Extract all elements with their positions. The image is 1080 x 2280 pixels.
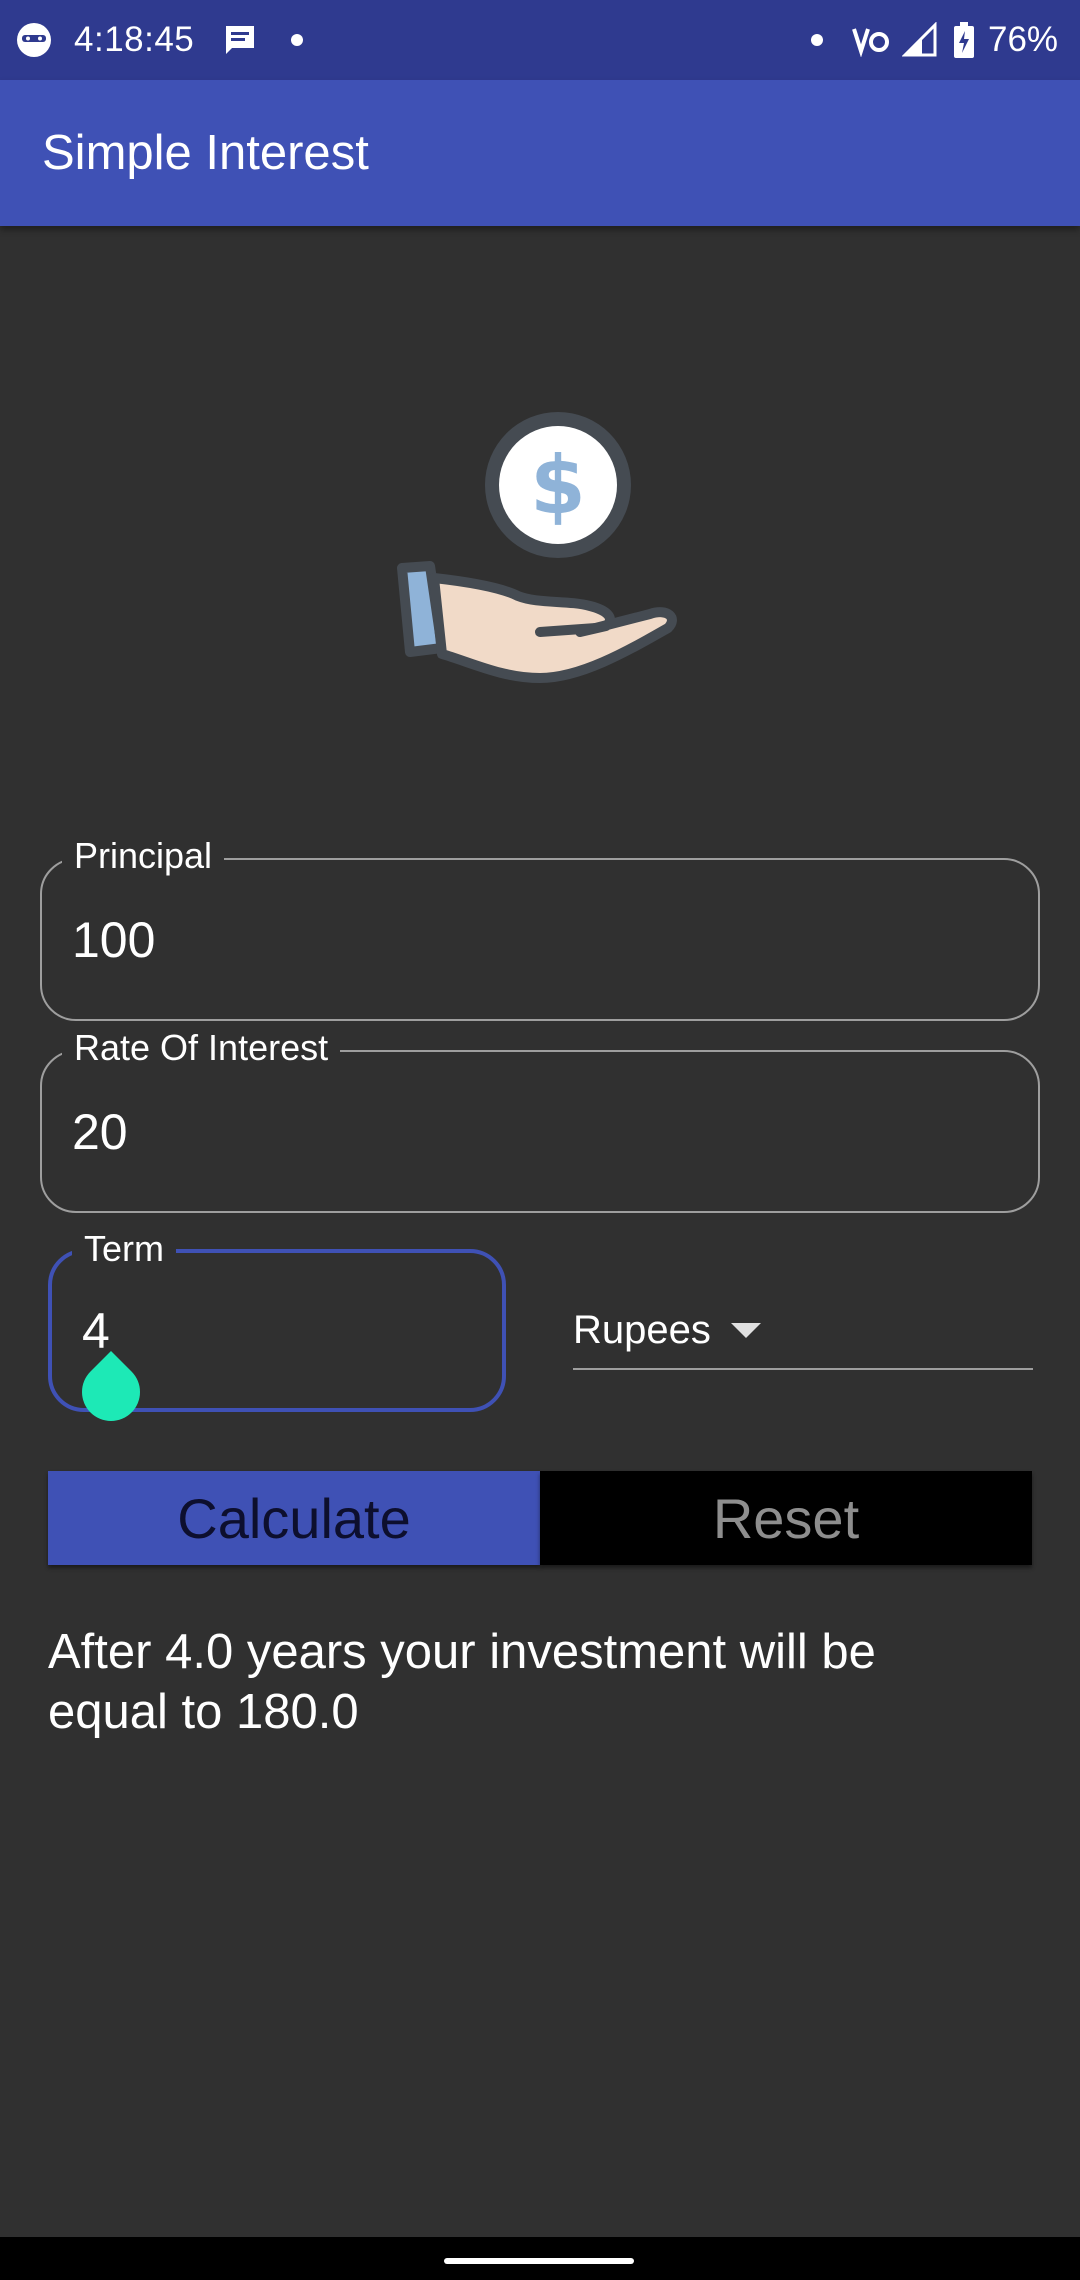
home-gesture-handle[interactable] bbox=[444, 2258, 634, 2264]
result-text: After 4.0 years your investment will be … bbox=[48, 1625, 876, 1739]
reset-button[interactable]: Reset bbox=[540, 1471, 1032, 1565]
term-field[interactable]: Term 4 bbox=[48, 1223, 506, 1434]
status-time: 4:18:45 bbox=[74, 20, 195, 59]
battery-percent: 76% bbox=[988, 20, 1059, 59]
dot-icon bbox=[290, 0, 304, 80]
message-icon bbox=[222, 0, 258, 80]
currency-selected: Rupees bbox=[573, 1308, 711, 1352]
svg-text:$: $ bbox=[530, 439, 586, 532]
principal-field[interactable]: Principal 100 bbox=[40, 830, 1040, 1021]
navigation-bar bbox=[0, 2237, 1080, 2280]
app-title: Simple Interest bbox=[42, 126, 369, 180]
rate-input[interactable]: 20 bbox=[72, 1052, 128, 1211]
app-notification-icon bbox=[14, 0, 54, 80]
volte-icon bbox=[852, 0, 892, 80]
app-bar: Simple Interest bbox=[0, 80, 1080, 226]
dropdown-arrow-icon bbox=[730, 1323, 761, 1338]
signal-icon bbox=[902, 0, 938, 80]
rate-field[interactable]: Rate Of Interest 20 bbox=[40, 1022, 1040, 1213]
status-bar: 4:18:45 76% bbox=[0, 0, 1080, 80]
principal-input[interactable]: 100 bbox=[72, 860, 155, 1019]
battery-charging-icon bbox=[952, 0, 976, 80]
money-hand-icon: $ bbox=[390, 400, 690, 700]
dot-icon bbox=[810, 0, 824, 80]
currency-dropdown[interactable]: Rupees bbox=[573, 1293, 1033, 1370]
calculate-button[interactable]: Calculate bbox=[48, 1471, 540, 1565]
